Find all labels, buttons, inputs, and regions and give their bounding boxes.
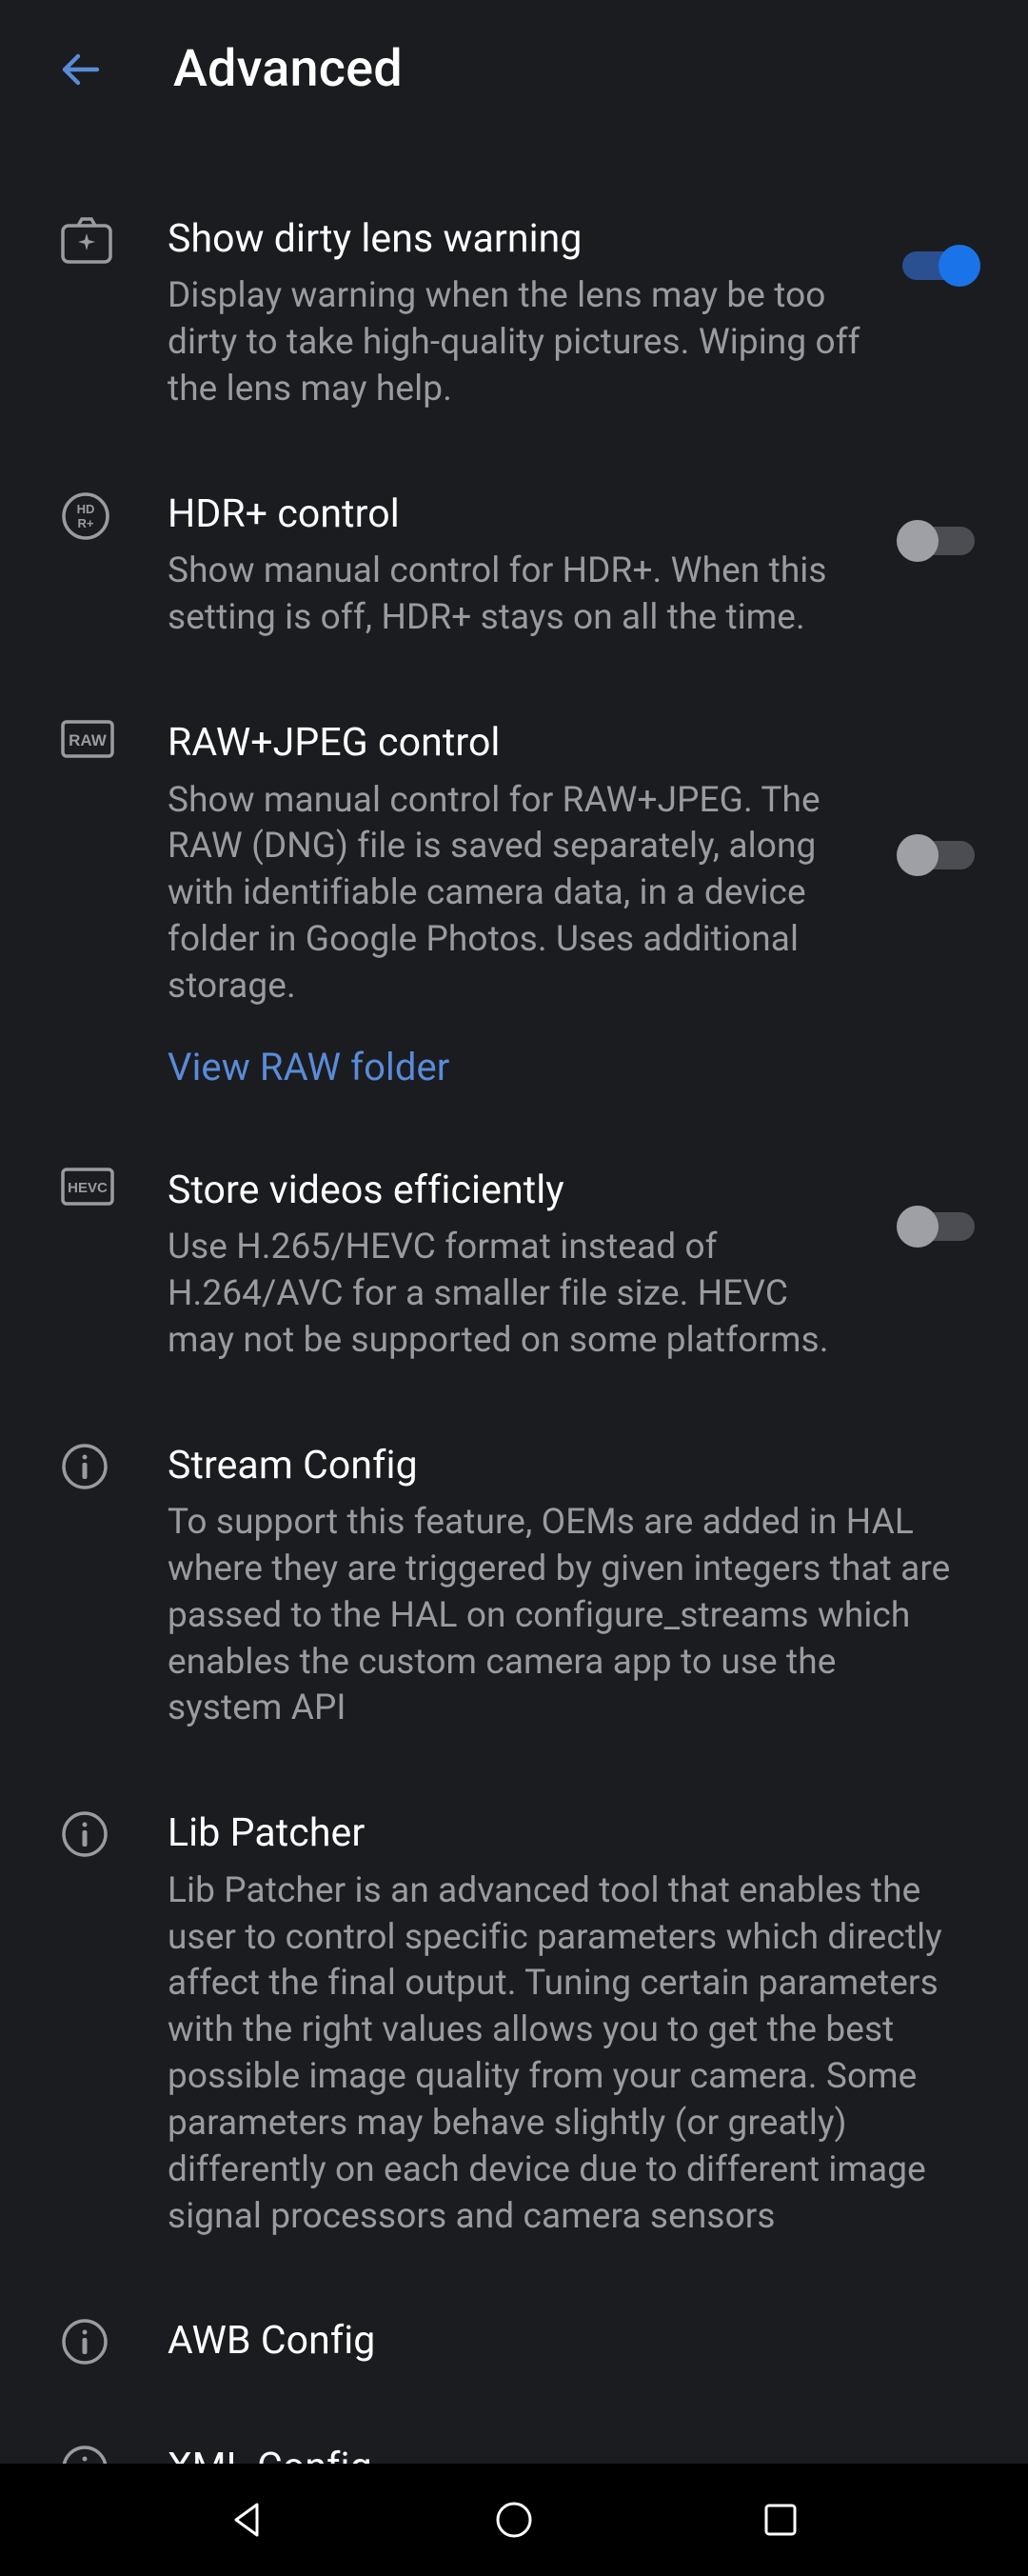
- setting-title: Lib Patcher: [168, 1808, 952, 1858]
- raw-icon: RAW: [61, 720, 114, 758]
- setting-hevc[interactable]: HEVC Store videos efficiently Use H.265/…: [0, 1120, 1028, 1395]
- dirty-lens-icon: [61, 216, 112, 264]
- setting-desc: Show manual control for RAW+JPEG. The RA…: [168, 778, 862, 1010]
- setting-title: AWB Config: [168, 2316, 977, 2366]
- nav-home-button[interactable]: [457, 2464, 571, 2576]
- setting-desc: Show manual control for HDR+. When this …: [168, 549, 862, 642]
- view-raw-folder-link[interactable]: View RAW folder: [168, 1045, 449, 1089]
- setting-desc: Lib Patcher is an advanced tool that ena…: [168, 1868, 952, 2241]
- dirty-lens-switch[interactable]: [897, 243, 980, 289]
- hevc-switch[interactable]: [897, 1204, 980, 1249]
- setting-desc: To support this feature, OEMs are added …: [168, 1500, 952, 1732]
- setting-hdr-plus[interactable]: HD R+ HDR+ control Show manual control f…: [0, 444, 1028, 672]
- nav-recent-button[interactable]: [723, 2464, 838, 2576]
- setting-stream-config[interactable]: Stream Config To support this feature, O…: [0, 1395, 1028, 1764]
- header: Advanced: [0, 0, 1028, 138]
- hevc-icon: HEVC: [61, 1168, 114, 1206]
- info-icon: [61, 2318, 109, 2366]
- setting-desc: Display warning when the lens may be too…: [168, 273, 862, 412]
- square-recent-icon: [761, 2501, 800, 2539]
- setting-dirty-lens[interactable]: Show dirty lens warning Display warning …: [0, 184, 1028, 444]
- settings-page: Advanced Show dirty lens warning Display…: [0, 0, 1028, 2576]
- page-title: Advanced: [173, 39, 403, 99]
- svg-text:R+: R+: [78, 516, 94, 530]
- back-button[interactable]: [46, 35, 114, 104]
- setting-lib-patcher[interactable]: Lib Patcher Lib Patcher is an advanced t…: [0, 1763, 1028, 2270]
- svg-text:RAW: RAW: [69, 731, 108, 749]
- triangle-back-icon: [227, 2499, 268, 2541]
- setting-awb-config[interactable]: AWB Config: [0, 2270, 1028, 2396]
- raw-jpeg-switch[interactable]: [897, 832, 980, 878]
- setting-title: Store videos efficiently: [168, 1166, 862, 1215]
- setting-title: Stream Config: [168, 1441, 952, 1490]
- settings-list: Show dirty lens warning Display warning …: [0, 138, 1028, 2523]
- setting-title: HDR+ control: [168, 489, 862, 539]
- arrow-left-icon: [57, 47, 103, 92]
- setting-title: RAW+JPEG control: [168, 718, 862, 768]
- circle-home-icon: [493, 2499, 535, 2541]
- setting-raw-jpeg[interactable]: RAW RAW+JPEG control Show manual control…: [0, 672, 1028, 1120]
- setting-title: Show dirty lens warning: [168, 214, 862, 264]
- info-icon: [61, 1810, 109, 1858]
- svg-text:HEVC: HEVC: [68, 1180, 108, 1196]
- setting-desc: Use H.265/HEVC format instead of H.264/A…: [168, 1225, 862, 1364]
- hdr-plus-switch[interactable]: [897, 518, 980, 564]
- nav-back-button[interactable]: [190, 2464, 305, 2576]
- info-icon: [61, 1443, 109, 1490]
- hdr-plus-icon: HD R+: [61, 491, 110, 541]
- svg-text:HD: HD: [77, 502, 95, 516]
- android-navbar: [0, 2464, 1028, 2576]
